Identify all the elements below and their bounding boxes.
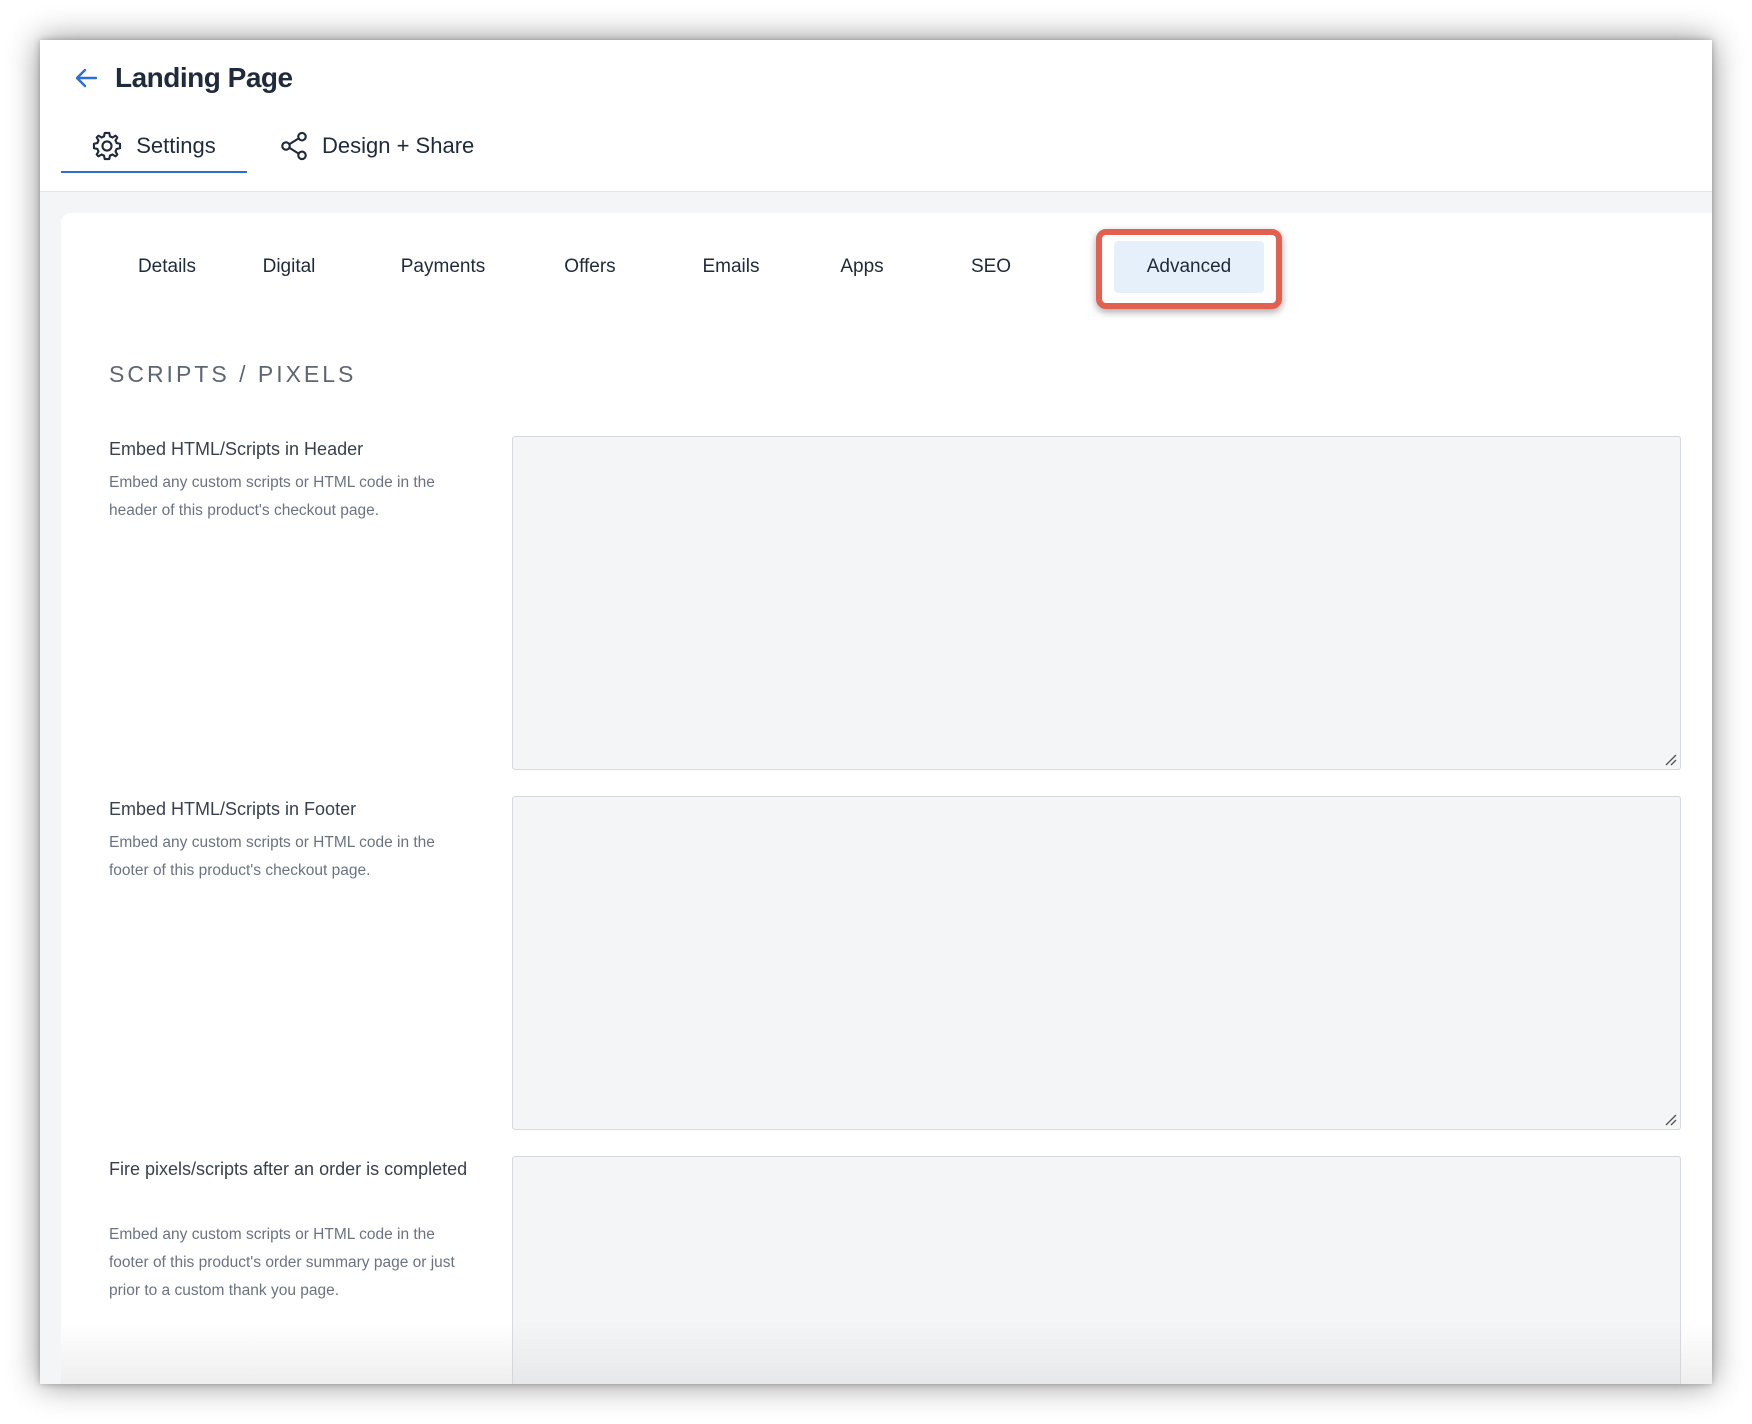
resize-grip-icon[interactable]: [1663, 1112, 1677, 1126]
sub-tab-bar: Details Digital Payments Offers Emails A…: [61, 213, 1712, 323]
arrow-left-icon[interactable]: [72, 64, 100, 92]
header-scripts-help: Embed any custom scripts or HTML code in…: [109, 474, 435, 519]
tab-digital[interactable]: Digital: [229, 241, 349, 293]
gear-icon: [93, 131, 122, 161]
footer-scripts-input[interactable]: [512, 796, 1681, 1130]
tab-design-share[interactable]: Design + Share: [278, 120, 474, 172]
app-window: Landing Page Settings Design + Share Det…: [40, 40, 1712, 1384]
footer-scripts-help: Embed any custom scripts or HTML code in…: [109, 834, 435, 879]
tab-apps[interactable]: Apps: [812, 241, 912, 293]
tab-advanced[interactable]: Advanced: [1114, 241, 1264, 293]
active-tab-indicator: [61, 171, 247, 173]
section-title: SCRIPTS / PIXELS: [109, 361, 357, 387]
order-complete-scripts-input[interactable]: [512, 1156, 1681, 1384]
share-icon: [281, 131, 307, 161]
footer-scripts-label: Embed HTML/Scripts in Footer: [109, 799, 357, 819]
header-scripts-input[interactable]: [512, 436, 1681, 770]
tab-details[interactable]: Details: [107, 241, 227, 293]
settings-panel: Details Digital Payments Offers Emails A…: [61, 213, 1712, 1384]
page-title: Landing Page: [115, 62, 293, 93]
tab-design-share-label: Design + Share: [322, 133, 475, 158]
header-scripts-label: Embed HTML/Scripts in Header: [109, 439, 364, 459]
resize-grip-icon[interactable]: [1663, 752, 1677, 766]
order-complete-scripts-help: Embed any custom scripts or HTML code in…: [109, 1226, 455, 1299]
tab-seo[interactable]: SEO: [941, 241, 1041, 293]
tab-settings[interactable]: Settings: [60, 120, 246, 172]
order-complete-scripts-label: Fire pixels/scripts after an order is co…: [109, 1159, 468, 1179]
top-bar: Landing Page Settings Design + Share: [40, 40, 1712, 192]
tab-settings-label: Settings: [136, 133, 216, 158]
tab-payments[interactable]: Payments: [368, 241, 518, 293]
tab-emails[interactable]: Emails: [671, 241, 791, 293]
tab-offers[interactable]: Offers: [530, 241, 650, 293]
